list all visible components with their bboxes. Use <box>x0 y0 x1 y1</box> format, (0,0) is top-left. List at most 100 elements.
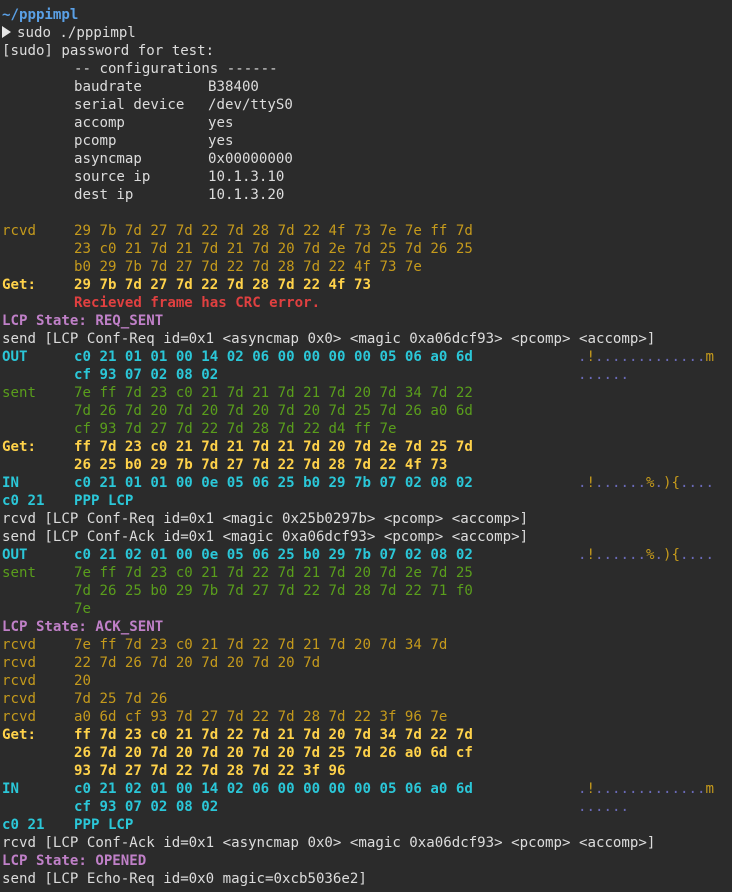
hex-bytes: 26 7d 20 7d 20 7d 20 7d 20 7d 25 7d 26 a… <box>74 745 473 761</box>
terminal-line: rcvd 7e ff 7d 23 c0 21 7d 22 7d 21 7d 20 … <box>0 636 732 654</box>
terminal-line: 93 7d 27 7d 22 7d 28 7d 22 3f 96 <box>0 762 732 780</box>
line-label: send [LCP Echo-Req id=0x0 magic=0xcb5036… <box>2 871 367 887</box>
line-label: Get: <box>2 439 36 455</box>
terminal-line: send [LCP Echo-Req id=0x0 magic=0xcb5036… <box>0 870 732 888</box>
line-label: OUT <box>2 547 28 563</box>
terminal-line: ~/pppimpl <box>0 6 732 24</box>
terminal-line: rcvd 29 7b 7d 27 7d 22 7d 28 7d 22 4f 73 … <box>0 222 732 240</box>
ascii-dump: .!.............m <box>578 349 714 365</box>
terminal-line: rcvd 7d 25 7d 26 <box>0 690 732 708</box>
hex-bytes: ff 7d 23 c0 21 7d 21 7d 21 7d 20 7d 2e 7… <box>74 439 473 455</box>
hex-bytes: ff 7d 23 c0 21 7d 22 7d 21 7d 20 7d 34 7… <box>74 727 473 743</box>
terminal-line: Recieved frame has CRC error. <box>0 294 732 312</box>
line-label: rcvd <box>2 691 36 707</box>
prompt-arrow-icon <box>2 26 11 38</box>
terminal-line: OUT c0 21 02 01 00 0e 05 06 25 b0 29 7b 0… <box>0 546 732 564</box>
terminal-line: [sudo] password for test: <box>0 42 732 60</box>
hex-bytes: cf 93 07 02 08 02 <box>74 799 219 815</box>
config-key: dest ip <box>74 187 134 203</box>
config-key: pcomp <box>74 133 117 149</box>
terminal-line: rcvd 22 7d 26 7d 20 7d 20 7d 20 7d <box>0 654 732 672</box>
line-label: c0 21 <box>2 493 45 509</box>
terminal-line: OUT c0 21 01 01 00 14 02 06 00 00 00 00 0… <box>0 348 732 366</box>
hex-bytes: PPP LCP <box>74 817 134 833</box>
hex-bytes: a0 6d cf 93 7d 27 7d 22 7d 28 7d 22 3f 9… <box>74 709 448 725</box>
terminal-line: rcvd [LCP Conf-Ack id=0x1 <asyncmap 0x0>… <box>0 834 732 852</box>
hex-bytes: 26 25 b0 29 7b 7d 27 7d 22 7d 28 7d 22 4… <box>74 457 448 473</box>
terminal-line: LCP State: REQ_SENT <box>0 312 732 330</box>
line-label: sent <box>2 565 36 581</box>
terminal-line: sent 7e ff 7d 23 c0 21 7d 21 7d 21 7d 20 … <box>0 384 732 402</box>
terminal-line: c0 21 PPP LCP <box>0 492 732 510</box>
ascii-dump: .!.............m <box>578 781 714 797</box>
ascii-dump: ...... <box>578 367 629 383</box>
line-label: rcvd <box>2 673 36 689</box>
config-value: 10.1.3.10 <box>208 169 285 185</box>
hex-bytes: 7e ff 7d 23 c0 21 7d 22 7d 21 7d 20 7d 2… <box>74 565 473 581</box>
terminal-line: LCP State: ACK_SENT <box>0 618 732 636</box>
line-label: c0 21 <box>2 817 45 833</box>
cwd-path: ~/pppimpl <box>2 7 79 23</box>
terminal-line: Get: ff 7d 23 c0 21 7d 22 7d 21 7d 20 7d … <box>0 726 732 744</box>
terminal-line: 7d 26 7d 20 7d 20 7d 20 7d 20 7d 25 7d 2… <box>0 402 732 420</box>
line-label: send [LCP Conf-Ack id=0x1 <magic 0xa06dc… <box>2 529 529 545</box>
hex-bytes: 22 7d 26 7d 20 7d 20 7d 20 7d <box>74 655 321 671</box>
hex-bytes: PPP LCP <box>74 493 134 509</box>
terminal-line: send [LCP Conf-Ack id=0x1 <magic 0xa06dc… <box>0 528 732 546</box>
prompt-command: sudo ./pppimpl <box>2 24 136 42</box>
line-label: sent <box>2 385 36 401</box>
config-key: serial device <box>74 97 185 113</box>
lcp-state: LCP State: ACK_SENT <box>2 619 164 635</box>
hex-bytes: cf 93 7d 27 7d 22 7d 28 7d 22 d4 ff 7e <box>74 421 397 437</box>
line-label: rcvd <box>2 655 36 671</box>
terminal-line: c0 21 PPP LCP <box>0 816 732 834</box>
line-label: IN <box>2 781 19 797</box>
config-key: source ip <box>74 169 151 185</box>
terminal-line: rcvd [LCP Conf-Req id=0x1 <magic 0x25b02… <box>0 510 732 528</box>
config-value: B38400 <box>208 79 259 95</box>
hex-bytes: 7d 26 25 b0 29 7b 7d 27 7d 22 7d 28 7d 2… <box>74 583 473 599</box>
line-label: OUT <box>2 349 28 365</box>
terminal-line: pcomp yes <box>0 132 732 150</box>
config-value: /dev/ttyS0 <box>208 97 293 113</box>
terminal-line: baudrate B38400 <box>0 78 732 96</box>
lcp-state: LCP State: REQ_SENT <box>2 313 164 329</box>
hex-bytes: 7e ff 7d 23 c0 21 7d 21 7d 21 7d 20 7d 3… <box>74 385 473 401</box>
hex-bytes: c0 21 02 01 00 0e 05 06 25 b0 29 7b 07 0… <box>74 547 473 563</box>
ascii-dump: .!......%.){.... <box>578 547 714 563</box>
hex-bytes: c0 21 02 01 00 14 02 06 00 00 00 00 05 0… <box>74 781 473 797</box>
terminal-line: 23 c0 21 7d 21 7d 21 7d 20 7d 2e 7d 25 7… <box>0 240 732 258</box>
terminal-line: IN c0 21 01 01 00 0e 05 06 25 b0 29 7b 07… <box>0 474 732 492</box>
ascii-dump: ...... <box>578 799 629 815</box>
terminal-line: serial device/dev/ttyS0 <box>0 96 732 114</box>
config-value: yes <box>208 133 234 149</box>
terminal-line: b0 29 7b 7d 27 7d 22 7d 28 7d 22 4f 73 7… <box>0 258 732 276</box>
terminal-line: cf 93 07 02 08 02...... <box>0 798 732 816</box>
config-value: 0x00000000 <box>208 151 293 167</box>
terminal-line: sent 7e ff 7d 23 c0 21 7d 22 7d 21 7d 20 … <box>0 564 732 582</box>
terminal-line: dest ip 10.1.3.20 <box>0 186 732 204</box>
hex-bytes: 23 c0 21 7d 21 7d 21 7d 20 7d 2e 7d 25 7… <box>74 241 473 257</box>
terminal-line: cf 93 07 02 08 02...... <box>0 366 732 384</box>
line-label: Get: <box>2 277 36 293</box>
hex-bytes: 29 7b 7d 27 7d 22 7d 28 7d 22 4f 73 <box>74 277 371 293</box>
config-value: 10.1.3.20 <box>208 187 285 203</box>
terminal-line: rcvd 20 <box>0 672 732 690</box>
terminal-line: accomp yes <box>0 114 732 132</box>
terminal-line: 7d 26 25 b0 29 7b 7d 27 7d 22 7d 28 7d 2… <box>0 582 732 600</box>
terminal-line: rcvd a0 6d cf 93 7d 27 7d 22 7d 28 7d 22 … <box>0 708 732 726</box>
line-label: rcvd [LCP Conf-Req id=0x1 <magic 0x25b02… <box>2 511 529 527</box>
hex-bytes: c0 21 01 01 00 0e 05 06 25 b0 29 7b 07 0… <box>74 475 473 491</box>
config-key: baudrate <box>74 79 142 95</box>
terminal-line: asyncmap 0x00000000 <box>0 150 732 168</box>
terminal-line: 7e <box>0 600 732 618</box>
line-label: rcvd <box>2 637 36 653</box>
hex-bytes: 7e <box>74 601 91 617</box>
hex-bytes: 93 7d 27 7d 22 7d 28 7d 22 3f 96 <box>74 763 346 779</box>
lcp-state: LCP State: OPENED <box>2 853 147 869</box>
terminal-line: IN c0 21 02 01 00 14 02 06 00 00 00 00 05… <box>0 780 732 798</box>
terminal-output: ~/pppimpl sudo ./pppimpl [sudo] password f… <box>0 0 732 892</box>
line-label: send [LCP Conf-Req id=0x1 <asyncmap 0x0>… <box>2 331 656 347</box>
terminal-line: 26 25 b0 29 7b 7d 27 7d 22 7d 28 7d 22 4… <box>0 456 732 474</box>
